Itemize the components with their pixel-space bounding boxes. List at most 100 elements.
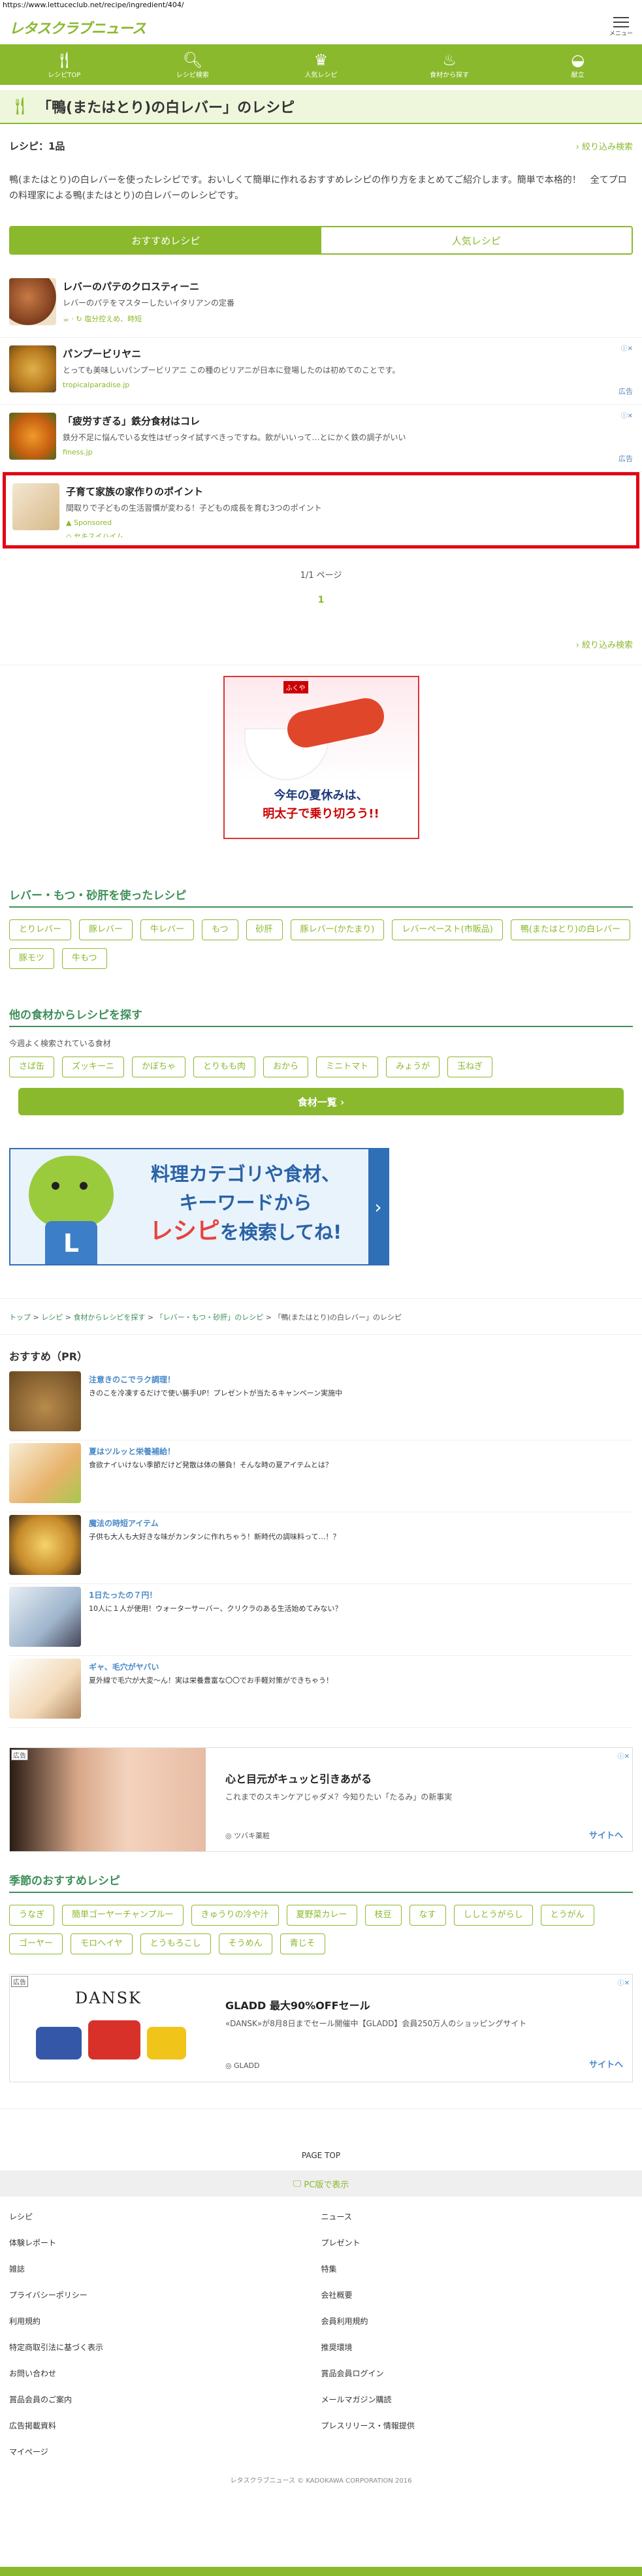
ingredient-tag[interactable]: 牛レバー <box>140 919 195 940</box>
ingredient-tag[interactable]: 玉ねぎ <box>447 1057 493 1077</box>
ingredient-tag[interactable]: 豚モツ <box>9 948 55 969</box>
seasonal-tag[interactable]: 枝豆 <box>364 1905 402 1926</box>
footer-link[interactable]: 賞品会員のご案内 <box>9 2390 321 2416</box>
seasonal-tag[interactable]: なす <box>409 1905 446 1926</box>
adchoices-icon[interactable]: ⓘ✕ <box>621 343 633 353</box>
sponsored-desc: 間取りで子どもの生活習慣が変わる！子どもの成長を育む3つのポイント <box>66 503 322 513</box>
seasonal-tag[interactable]: 簡単ゴーヤーチャンプルー <box>62 1905 184 1926</box>
section-heading: レバー・もつ・砂肝を使ったレシピ <box>9 886 633 908</box>
page-top-link[interactable]: PAGE TOP <box>0 2151 642 2160</box>
pr-item[interactable]: 魔法の時短アイテム 子供も大人も大好きな味がカンタンに作れちゃう！新時代の調味料っ… <box>9 1512 633 1584</box>
mentaiko-banner-ad[interactable]: ふくや 今年の夏休みは、 明太子で乗り切ろう!! <box>223 676 419 839</box>
breadcrumb-item[interactable]: 食材からレシピを探す <box>73 1313 145 1322</box>
ad-source: tropicalparadise.jp <box>63 381 130 389</box>
nav-popular[interactable]: ♛ 人気レシピ <box>275 51 366 79</box>
footer-link[interactable]: 雑誌 <box>9 2259 321 2285</box>
ingredient-tag[interactable]: とりレバー <box>9 919 72 940</box>
footer-link[interactable]: 推奨環境 <box>321 2338 634 2364</box>
ad-image: DANSK <box>10 1975 206 2082</box>
breadcrumb-item[interactable]: トップ <box>9 1313 31 1322</box>
pr-item[interactable]: ギャ、毛穴がヤバい 夏外線で毛穴が大変〜ん！実は栄養豊富な〇〇でお手軽対策ができち… <box>9 1656 633 1728</box>
dansk-ad[interactable]: 広告 ⓘ✕ DANSK GLADD 最大90%OFFセール «DANSK»が8月… <box>9 1974 633 2082</box>
seasonal-tag[interactable]: きゅうりの冷や汁 <box>191 1905 279 1926</box>
skincare-ad[interactable]: 広告 ⓘ✕ 心と目元がキュッと引きあがる これまでのスキンケアじゃダメ？今知りた… <box>9 1747 633 1852</box>
seasonal-tag[interactable]: うなぎ <box>9 1905 55 1926</box>
pr-item[interactable]: 1日たったの７円！ 10人に１人が使用！ウォーターサーバー、クリクラのある生活始め… <box>9 1584 633 1656</box>
tab-recommended[interactable]: おすすめレシピ <box>10 227 321 253</box>
footer-link[interactable]: 会員利用規約 <box>321 2312 634 2338</box>
footer-link[interactable]: ニュース <box>321 2207 634 2233</box>
footer-link[interactable]: 賞品会員ログイン <box>321 2364 634 2390</box>
page-info: 1/1 ページ <box>300 571 342 580</box>
seasonal-tag[interactable]: 青じそ <box>280 1933 325 1954</box>
ad-desc: とっても美味しいパンプービリアニ この種のビリアニが日本に登場したのは初めてのこ… <box>63 366 400 375</box>
adchoices-icon[interactable]: ⓘ✕ <box>621 410 633 420</box>
footer-link[interactable]: マイページ <box>9 2442 321 2468</box>
page-number-current[interactable]: 1 <box>0 595 642 605</box>
ad-source: ◎ ツバキ薬粧 <box>225 1832 270 1840</box>
nav-ingredient[interactable]: ♨ 食材から探す <box>404 51 495 79</box>
ingredient-tag[interactable]: 牛もつ <box>62 948 107 969</box>
ingredient-tag[interactable]: 豚レバー(かたまり) <box>290 919 385 940</box>
nav-recipe-top[interactable]: 🍴︎ レシピTOP <box>18 51 110 79</box>
tab-popular[interactable]: 人気レシピ <box>321 227 632 253</box>
ingredient-tag[interactable]: さば缶 <box>9 1057 55 1077</box>
breadcrumb-item[interactable]: レシピ <box>41 1313 63 1322</box>
ingredient-tag[interactable]: おから <box>263 1057 309 1077</box>
ad-cta-button[interactable]: サイトへ <box>589 1828 623 1841</box>
pr-title: 魔法の時短アイテム <box>89 1519 159 1528</box>
pc-version-button[interactable]: 🖵︎ PC版で表示 <box>0 2171 642 2197</box>
footer-link[interactable]: レシピ <box>9 2207 321 2233</box>
seasonal-tag[interactable]: とうがん <box>540 1905 594 1926</box>
ingredient-tag[interactable]: 豚レバー <box>79 919 133 940</box>
footer-link[interactable]: 会社概要 <box>321 2285 634 2312</box>
menu-button[interactable]: メニュー <box>609 17 633 37</box>
pr-item[interactable]: 注意きのこでラク調理！ きのこを冷凍するだけで使い勝手UP！プレゼントが当たるキャ… <box>9 1369 633 1440</box>
ingredient-tag[interactable]: とりもも肉 <box>193 1057 256 1077</box>
ingredient-tag[interactable]: もつ <box>202 919 238 940</box>
recipe-search-banner[interactable]: L 料理カテゴリや食材、 キーワードから レシピを検索してね! › <box>9 1148 389 1265</box>
recipe-item[interactable]: レバーのパテのクロスティーニ レバーのパテをマスターしたいイタリアンの定番 ☕︎… <box>0 270 642 338</box>
pr-title: ギャ、毛穴がヤバい <box>89 1662 159 1672</box>
ad-item[interactable]: 「疲労すぎる」鉄分食材はコレ 鉄分不足に悩んでいる女性はぜっタイ試すべきっですね… <box>0 405 642 472</box>
seasonal-tag[interactable]: とうもろこし <box>140 1933 211 1954</box>
ingredient-tag[interactable]: ズッキーニ <box>62 1057 125 1077</box>
footer-link[interactable]: 体験レポート <box>9 2233 321 2259</box>
url-bar[interactable]: https://www.lettuceclub.net/recipe/ingre… <box>0 0 642 10</box>
ingredient-tag[interactable]: レバーペースト(市販品) <box>392 919 503 940</box>
ingredient-tag[interactable]: ミニトマト <box>316 1057 379 1077</box>
footer-link[interactable]: 特集 <box>321 2259 634 2285</box>
nav-recipe-search[interactable]: 🔍︎ レシピ検索 <box>147 51 238 79</box>
search-banner-line-3: を検索してね! <box>219 1221 342 1243</box>
ad-cta-button[interactable]: サイトへ <box>589 2058 623 2070</box>
ad-item[interactable]: パンプービリヤニ とっても美味しいパンプービリアニ この種のビリアニが日本に登場… <box>0 338 642 405</box>
footer-link[interactable]: お問い合わせ <box>9 2364 321 2390</box>
site-logo[interactable]: レタスクラブニュース <box>9 17 146 38</box>
seasonal-tag[interactable]: ゴーヤー <box>9 1933 63 1954</box>
filter-link[interactable]: › 絞り込み検索 <box>576 140 633 152</box>
pr-item[interactable]: 夏はツルッと栄養補給！ 食欲ナイいけない季節だけど発散は体の勝負！そんな時の夏アイ… <box>9 1440 633 1512</box>
ingredient-tag[interactable]: 砂肝 <box>246 919 283 940</box>
nav-menu[interactable]: ◒ 献立 <box>532 51 624 79</box>
footer-link[interactable]: プライバシーポリシー <box>9 2285 321 2312</box>
footer-link[interactable]: 特定商取引法に基づく表示 <box>9 2338 321 2364</box>
seasonal-tag[interactable]: ししとうがらし <box>453 1905 533 1926</box>
ingredient-tag[interactable]: かぼちゃ <box>132 1057 186 1077</box>
footer-link[interactable]: メールマガジン購読 <box>321 2390 634 2416</box>
footer-link[interactable]: 広告掲載資料 <box>9 2416 321 2442</box>
sponsored-item[interactable]: 子育て家族の家作りのポイント 間取りで子どもの生活習慣が変わる！子どもの成長を育… <box>3 472 639 549</box>
breadcrumb-item[interactable]: 「レバー・もつ・砂肝」のレシピ <box>156 1313 264 1322</box>
seasonal-tag[interactable]: モロヘイヤ <box>71 1933 133 1954</box>
pr-title: 夏はツルッと栄養補給！ <box>89 1447 176 1456</box>
seasonal-tag[interactable]: 夏野菜カレー <box>286 1905 357 1926</box>
ingredient-tag[interactable]: 鴨(またはとり)の白レバー <box>510 919 630 940</box>
footer-link[interactable]: プレゼント <box>321 2233 634 2259</box>
popular-label: 今週よく検索されている食材 <box>9 1039 111 1048</box>
footer-link[interactable]: プレスリリース・情報提供 <box>321 2416 634 2442</box>
ingredient-list-button[interactable]: 食材一覧 › <box>18 1088 624 1115</box>
fork-knife-icon: 🍴︎ <box>9 97 31 116</box>
seasonal-tag[interactable]: そうめん <box>218 1933 272 1954</box>
ingredient-tag[interactable]: みょうが <box>386 1057 440 1077</box>
footer-link[interactable]: 利用規約 <box>9 2312 321 2338</box>
filter-link-bottom[interactable]: › 絞り込み検索 <box>0 638 642 650</box>
